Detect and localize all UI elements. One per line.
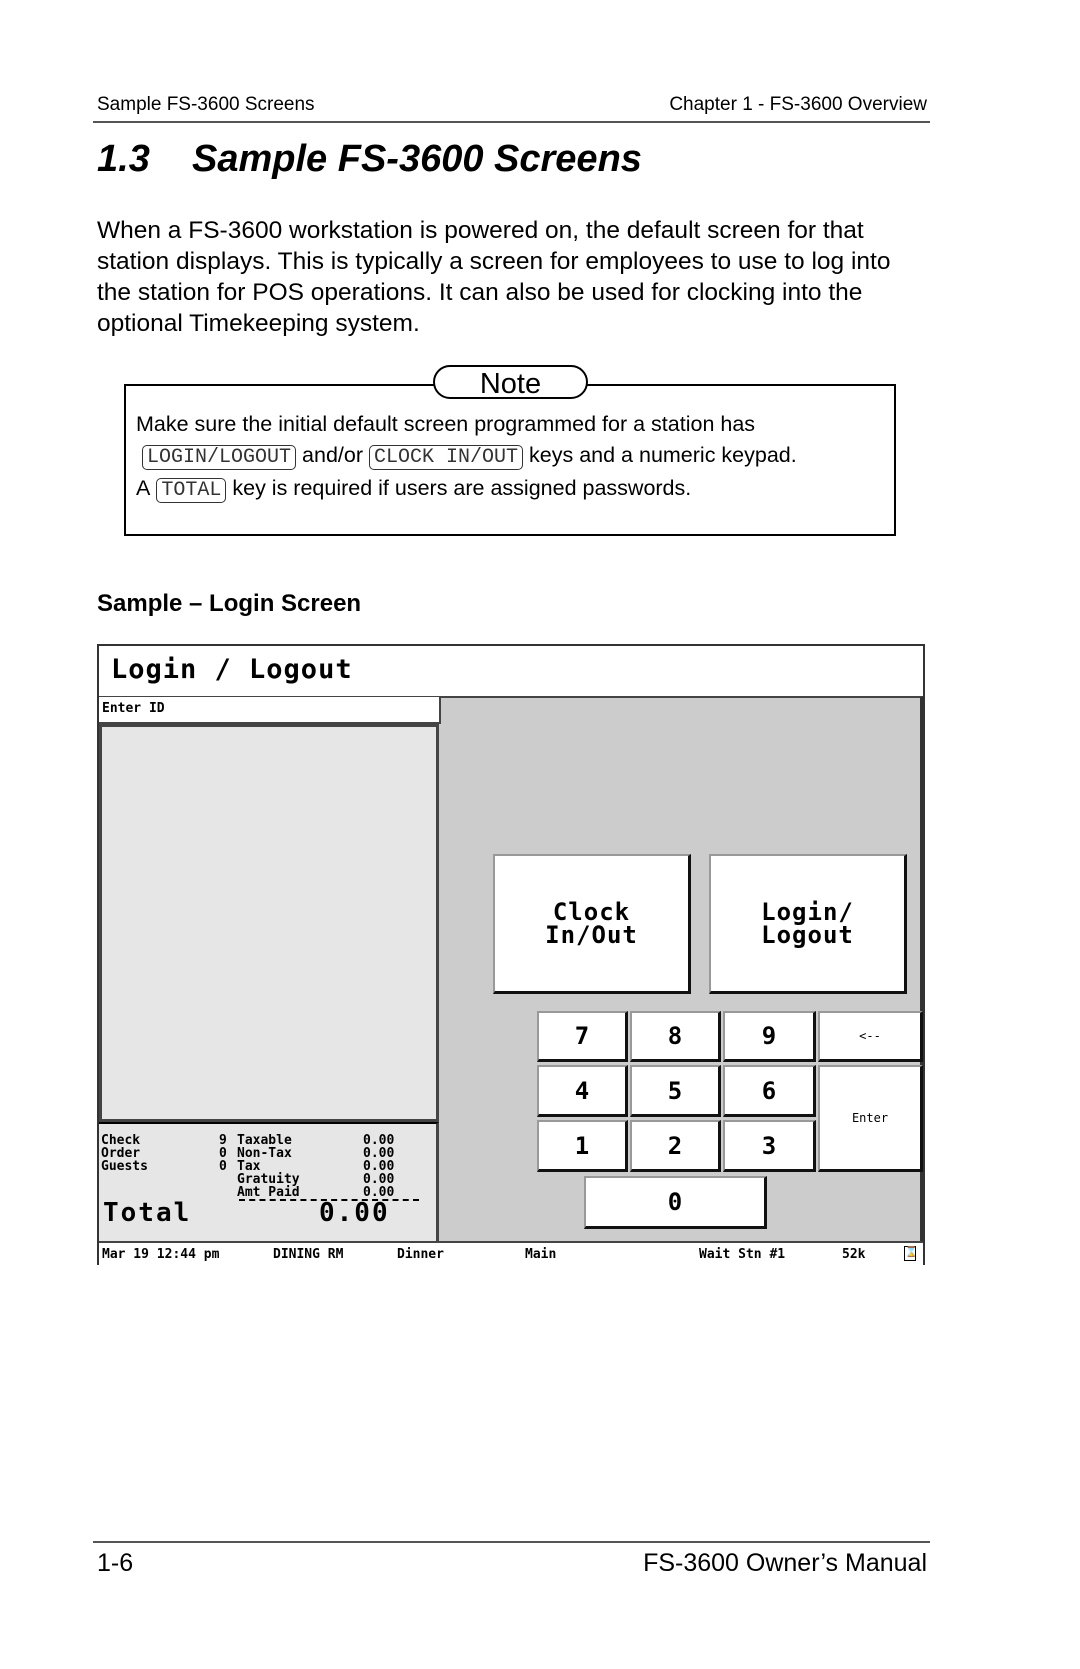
login-logout-button[interactable]: Login/ Logout [709,854,907,994]
note-label: Note [433,365,588,400]
key-0[interactable]: 0 [584,1176,767,1229]
key-9[interactable]: 9 [723,1011,816,1062]
running-footer: 1-6 FS-3600 Owner’s Manual [97,1549,927,1578]
key-4[interactable]: 4 [537,1065,628,1117]
note-text: Make sure the initial default screen pro… [136,412,797,503]
section-number: 1.3 [97,138,150,180]
status-memory: 52k [842,1247,866,1262]
footer-rule [93,1541,930,1543]
status-datetime: Mar 19 12:44 pm [102,1247,220,1262]
screen-title-bar: Login / Logout [99,646,923,698]
status-station: Wait Stn #1 [699,1247,786,1262]
header-rule [93,121,930,123]
header-right: Chapter 1 - FS-3600 Overview [669,94,927,115]
id-entry-area[interactable] [99,724,439,1122]
enter-id-label: Enter ID [99,697,441,724]
manual-title: FS-3600 Owner’s Manual [643,1549,927,1577]
section-title: 1.3 Sample FS-3600 Screens [97,138,642,181]
key-5[interactable]: 5 [630,1065,721,1117]
status-menu: Main [525,1247,557,1262]
hourglass-icon: ⌛ [904,1246,917,1261]
status-bar: Mar 19 12:44 pm DINING RM Dinner Main Wa… [99,1241,923,1265]
status-area: DINING RM [273,1247,344,1262]
backspace-button[interactable]: <-- [818,1011,923,1062]
check-summary: Check 9 Taxable 0.00 Order 0 Non-Tax 0.00 Gues… [99,1122,439,1241]
key-clock-in-out: CLOCK IN/OUT [369,445,524,470]
key-7[interactable]: 7 [537,1011,628,1062]
page-number: 1-6 [97,1549,134,1577]
key-2[interactable]: 2 [630,1120,721,1172]
login-screen: Login / Logout Enter ID Check 9 Taxable 0.0… [97,644,925,1265]
key-1[interactable]: 1 [537,1120,628,1172]
key-login-logout: LOGIN/LOGOUT [142,445,297,470]
intro-paragraph: When a FS-3600 workstation is powered on… [97,217,891,337]
subheading: Sample – Login Screen [97,590,362,617]
key-total: TOTAL [156,478,227,503]
clock-in-out-button[interactable]: Clock In/Out [493,854,691,994]
screen-title: Login / Logout [111,654,353,685]
total-label: Total [103,1198,192,1228]
running-header: Sample FS-3600 Screens Chapter 1 - FS-36… [97,94,927,116]
enter-button[interactable]: Enter [818,1065,923,1172]
section-title-text: Sample FS-3600 Screens [192,138,642,180]
total-value: 0.00 [319,1198,390,1228]
status-meal: Dinner [397,1247,444,1262]
header-left: Sample FS-3600 Screens [97,94,315,115]
key-6[interactable]: 6 [723,1065,816,1117]
key-3[interactable]: 3 [723,1120,816,1172]
key-8[interactable]: 8 [630,1011,721,1062]
